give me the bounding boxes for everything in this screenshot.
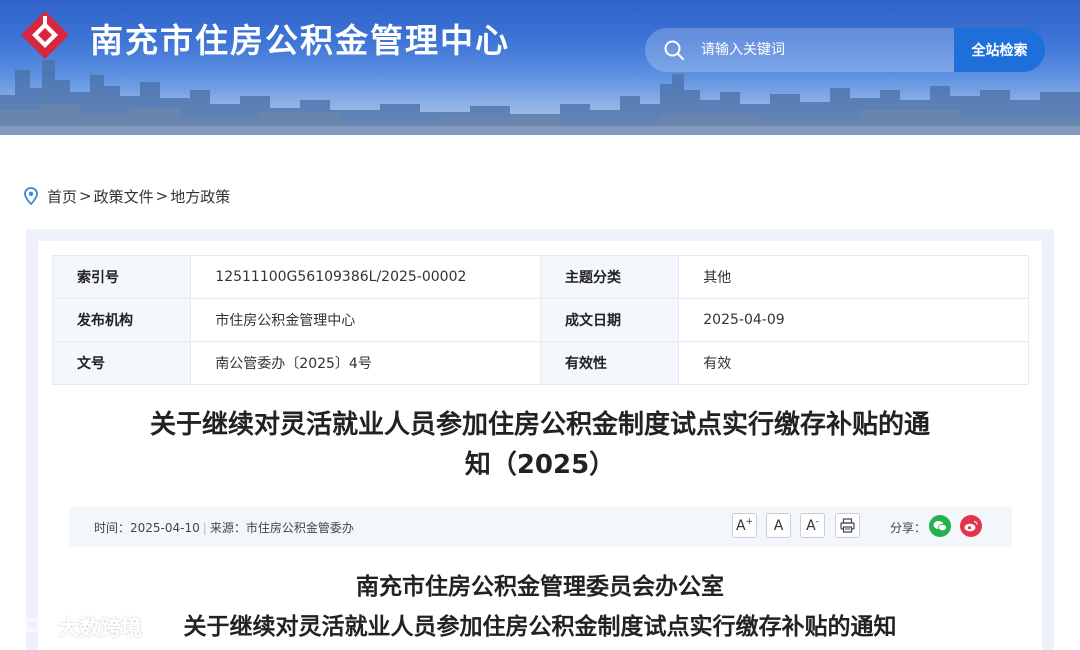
watermark: 大数跨境 [8, 612, 142, 642]
info-value: 12511100G56109386L/2025-00002 [190, 255, 541, 299]
breadcrumb-local-policy-link[interactable]: 地方政策 [170, 186, 230, 207]
search-input[interactable] [701, 28, 941, 72]
font-decrease-button[interactable]: A- [800, 513, 825, 538]
info-label: 发布机构 [51, 298, 192, 342]
article-title: 关于继续对灵活就业人员参加住房公积金制度试点实行缴存补贴的通 知（2025） [90, 405, 990, 485]
table-row: 文号 南公管委办〔2025〕4号 有效性 有效 [51, 341, 1029, 385]
info-value: 其他 [678, 255, 1029, 299]
location-pin-icon [24, 187, 38, 205]
font-decrease-sup: - [815, 516, 819, 527]
breadcrumb-separator: > [79, 187, 92, 205]
font-increase-button[interactable]: A + [732, 513, 757, 538]
font-normal-button[interactable]: A [766, 513, 791, 538]
breadcrumb-home-link[interactable]: 首页 [47, 186, 77, 207]
meta-source-label: 来源： [209, 521, 246, 535]
font-increase-sup: + [745, 516, 754, 527]
info-label: 索引号 [51, 255, 192, 299]
watermark-text: 大数跨境 [58, 616, 142, 640]
share-label: 分享： [890, 521, 927, 535]
site-title: 南充市住房公积金管理中心 [90, 21, 510, 60]
search-icon [664, 40, 684, 60]
watermark-logo-icon [8, 617, 50, 637]
table-row: 发布机构 市住房公积金管理中心 成文日期 2025-04-09 [51, 298, 1029, 342]
article-meta: 时间：2025-04-10 | 来源：市住房公积金管委办 [94, 519, 354, 536]
article-title-line-2: 知（2025） [464, 450, 616, 480]
body-heading-issuer: 南充市住房公积金管理委员会办公室 [356, 574, 724, 600]
search-box[interactable] [645, 28, 955, 72]
info-value: 有效 [678, 341, 1029, 385]
body-heading-title: 关于继续对灵活就业人员参加住房公积金制度试点实行缴存补贴的通知 [183, 614, 897, 640]
meta-source: 市住房公积金管委办 [245, 521, 354, 535]
breadcrumb-policy-files-link[interactable]: 政策文件 [94, 186, 154, 207]
meta-time-label: 时间： [94, 521, 131, 535]
table-row: 索引号 12511100G56109386L/2025-00002 主题分类 其… [51, 255, 1029, 299]
info-value: 2025-04-09 [678, 298, 1029, 342]
document-info-table: 索引号 12511100G56109386L/2025-00002 主题分类 其… [51, 255, 1029, 385]
print-button[interactable] [835, 513, 860, 538]
site-search-button[interactable]: 全站检索 [954, 28, 1045, 72]
meta-time: 2025-04-10 [130, 521, 200, 535]
breadcrumb: 首页 > 政策文件 > 地方政策 [24, 184, 230, 208]
weibo-share-icon[interactable] [960, 515, 982, 537]
info-label: 成文日期 [539, 298, 680, 342]
printer-icon [840, 518, 855, 533]
red-diamond-logo-icon [21, 11, 69, 59]
article-title-line-1: 关于继续对灵活就业人员参加住房公积金制度试点实行缴存补贴的通 [149, 410, 930, 440]
meta-separator: | [202, 521, 207, 535]
article-meta-bar: 时间：2025-04-10 | 来源：市住房公积金管委办 A + A A- 分享： [69, 507, 1012, 547]
header-banner: 南充市住房公积金管理中心 全站检索 [0, 0, 1080, 135]
info-label: 文号 [51, 341, 192, 385]
info-value: 南公管委办〔2025〕4号 [190, 341, 541, 385]
info-label: 有效性 [539, 341, 680, 385]
info-label: 主题分类 [539, 255, 680, 299]
wechat-share-icon[interactable] [929, 515, 951, 537]
font-normal-label: A [773, 517, 784, 534]
font-decrease-label: A [806, 517, 816, 534]
font-increase-label: A [735, 517, 746, 534]
info-value: 市住房公积金管理中心 [190, 298, 541, 342]
breadcrumb-separator: > [155, 187, 169, 205]
